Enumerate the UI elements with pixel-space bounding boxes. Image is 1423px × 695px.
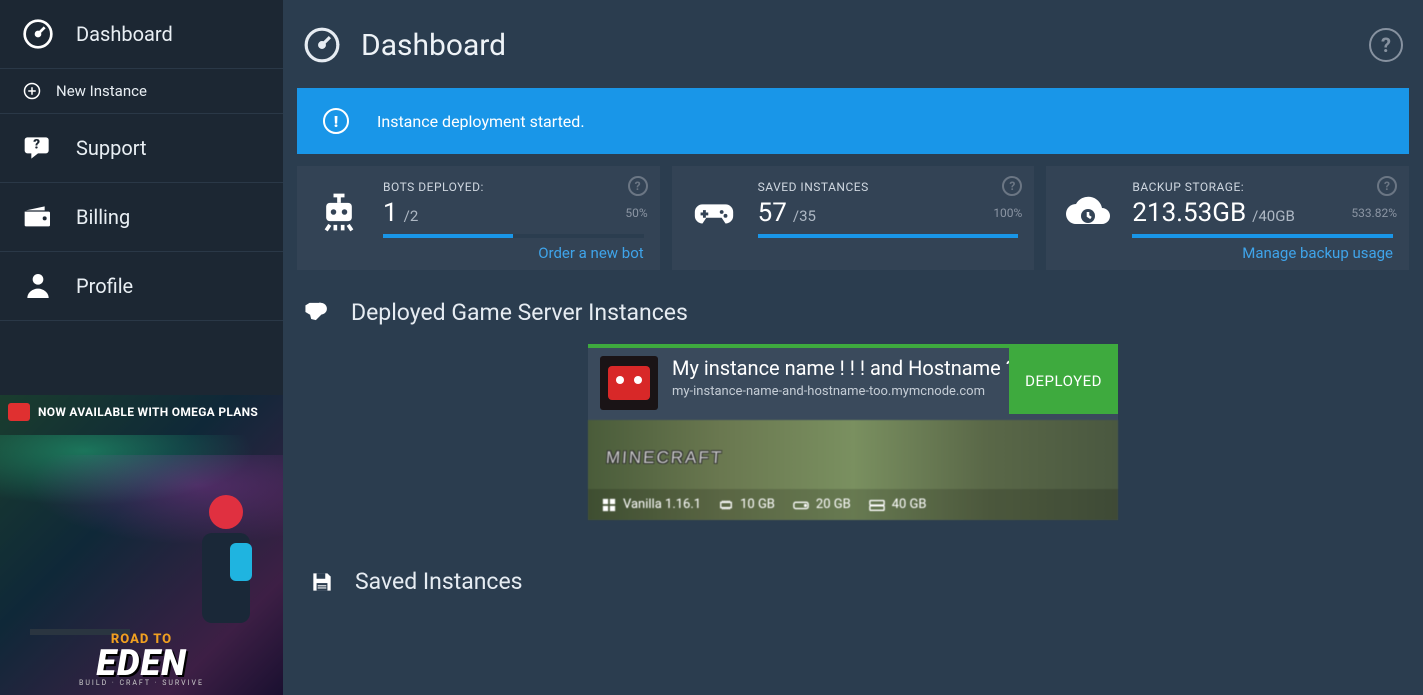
sidebar-item-label: Profile — [76, 274, 133, 298]
section-header-deployed: Deployed Game Server Instances — [297, 288, 1409, 344]
main-content: Dashboard ? ! Instance deployment starte… — [283, 0, 1423, 695]
sidebar-item-label: Support — [76, 136, 147, 160]
wallet-icon — [22, 201, 54, 233]
meta-disk1: 20 GB — [793, 497, 851, 512]
meta-version: Vanilla 1.16.1 — [602, 497, 701, 512]
order-bot-link[interactable]: Order a new bot — [383, 244, 644, 262]
promo-banner-text: NOW AVAILABLE WITH OMEGA PLANS — [38, 405, 258, 419]
plus-circle-icon — [22, 81, 42, 101]
sidebar-item-support[interactable]: ? Support — [0, 114, 283, 183]
sidebar-item-label: Dashboard — [76, 22, 173, 46]
section-title: Deployed Game Server Instances — [351, 299, 688, 326]
alert-text: Instance deployment started. — [377, 112, 585, 131]
stat-bar — [383, 234, 644, 238]
stat-num: 213.53GB — [1132, 198, 1246, 228]
sidebar-item-billing[interactable]: Billing — [0, 183, 283, 252]
stats-row: BOTS DEPLOYED: 1 /2 Order a new bot ? 50… — [297, 166, 1409, 270]
help-button[interactable]: ? — [1369, 28, 1403, 62]
stat-label: BACKUP STORAGE: — [1132, 180, 1393, 194]
instance-body: MINECRAFT Vanilla 1.16.1 10 GB 20 GB — [588, 420, 1118, 520]
cloud-backup-icon — [1062, 186, 1114, 238]
gauge-icon — [22, 18, 54, 50]
stat-num: 57 — [758, 198, 787, 228]
gamepad-icon — [688, 186, 740, 238]
stat-denom: /35 — [793, 207, 816, 225]
sidebar: Dashboard New Instance ? Support Billing… — [0, 0, 283, 695]
instance-avatar — [600, 356, 658, 410]
stat-bar — [758, 234, 1019, 238]
promo-logo: ROAD TO EDEN BUILD · CRAFT · SURVIVE — [79, 632, 204, 687]
stat-pct: 100% — [993, 206, 1022, 220]
sidebar-item-label: New Instance — [56, 82, 147, 100]
game-logo: MINECRAFT — [605, 448, 724, 468]
stat-denom: /2 — [404, 207, 419, 225]
alert-banner: ! Instance deployment started. — [297, 88, 1409, 154]
info-icon: ! — [323, 108, 349, 134]
promo-panel[interactable]: NOW AVAILABLE WITH OMEGA PLANS ROAD TO E… — [0, 395, 283, 695]
stat-card-backup: BACKUP STORAGE: 213.53GB /40GB Manage ba… — [1046, 166, 1409, 270]
promo-tagline: BUILD · CRAFT · SURVIVE — [79, 679, 204, 687]
profile-icon — [22, 270, 54, 302]
manage-backup-link[interactable]: Manage backup usage — [1132, 244, 1393, 262]
stat-label: BOTS DEPLOYED: — [383, 180, 644, 194]
stat-bar — [1132, 234, 1393, 238]
section-header-saved: Saved Instances — [303, 568, 1403, 595]
page-header: Dashboard ? — [297, 22, 1409, 88]
instance-card[interactable]: My instance name ! ! ! and Hostname ? ? … — [588, 344, 1118, 520]
section-title: Saved Instances — [355, 568, 523, 595]
sidebar-item-dashboard[interactable]: Dashboard — [0, 0, 283, 69]
help-icon[interactable]: ? — [1002, 176, 1022, 196]
bot-icon — [8, 403, 30, 421]
gauge-icon — [303, 26, 341, 64]
stat-denom: /40GB — [1252, 207, 1295, 225]
support-icon: ? — [22, 132, 54, 164]
help-icon[interactable]: ? — [1377, 176, 1397, 196]
stat-card-bots: BOTS DEPLOYED: 1 /2 Order a new bot ? 50… — [297, 166, 660, 270]
stat-num: 1 — [383, 198, 398, 228]
sidebar-item-new-instance[interactable]: New Instance — [0, 69, 283, 114]
stat-card-saved: SAVED INSTANCES 57 /35 ? 100% — [672, 166, 1035, 270]
save-icon — [309, 569, 335, 595]
bot-icon — [313, 186, 365, 238]
sidebar-item-profile[interactable]: Profile — [0, 252, 283, 321]
rocket-icon — [303, 298, 331, 326]
promo-banner: NOW AVAILABLE WITH OMEGA PLANS — [0, 403, 283, 421]
sidebar-item-label: Billing — [76, 205, 130, 229]
help-icon[interactable]: ? — [628, 176, 648, 196]
promo-title: EDEN — [79, 647, 204, 679]
instance-meta: Vanilla 1.16.1 10 GB 20 GB 40 GB — [588, 489, 1118, 520]
meta-disk2: 40 GB — [869, 497, 927, 512]
meta-ram: 10 GB — [719, 497, 775, 512]
stat-label: SAVED INSTANCES — [758, 180, 1019, 194]
stat-pct: 533.82% — [1351, 206, 1397, 220]
stat-pct: 50% — [625, 206, 647, 220]
page-title: Dashboard — [361, 28, 506, 63]
svg-text:?: ? — [33, 138, 40, 153]
status-badge: DEPLOYED — [1009, 348, 1118, 414]
